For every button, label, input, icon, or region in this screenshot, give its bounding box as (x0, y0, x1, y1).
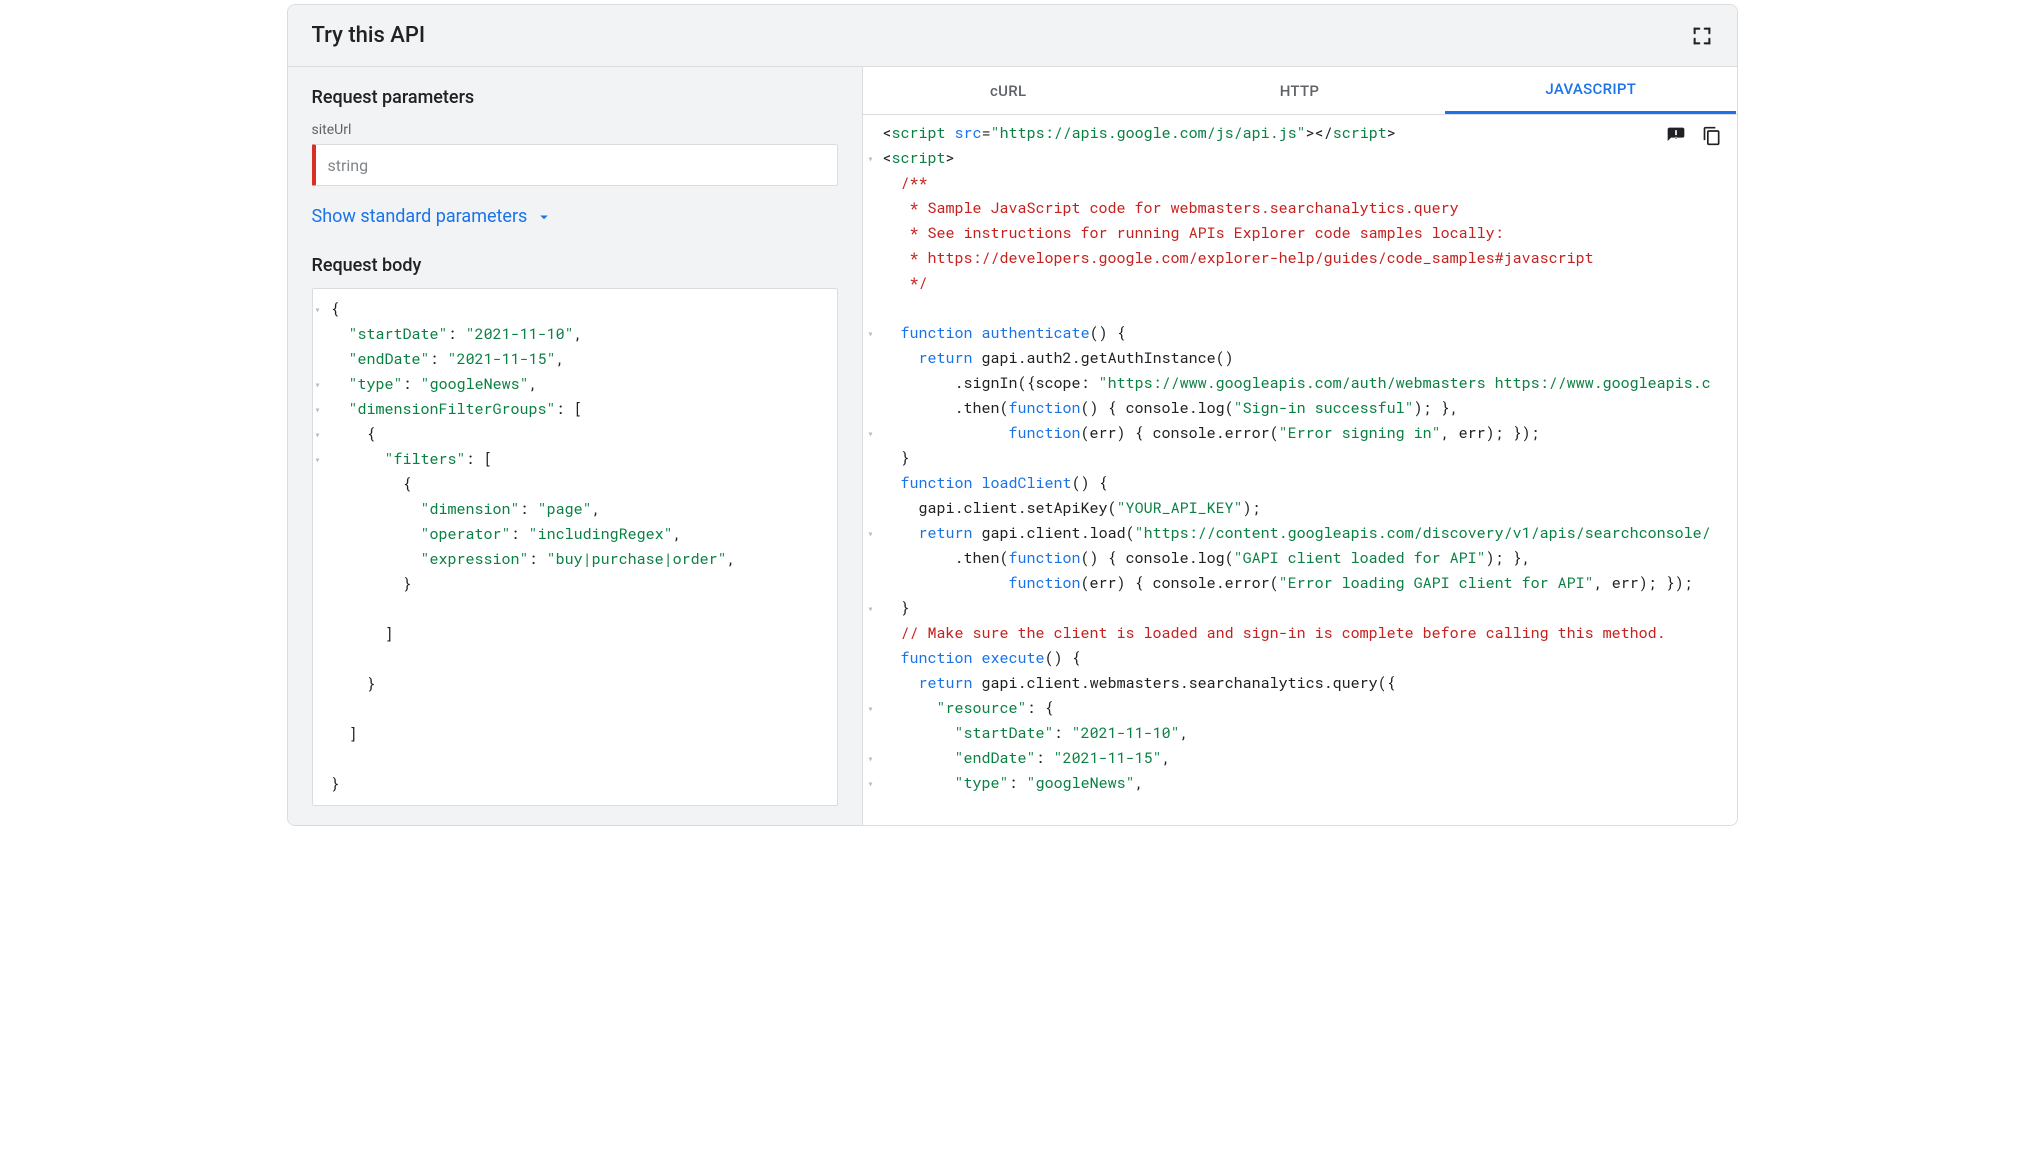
show-standard-parameters-link[interactable]: Show standard parameters (312, 206, 838, 227)
tab-http[interactable]: HTTP (1154, 67, 1445, 114)
show-standard-label: Show standard parameters (312, 206, 528, 227)
panel-header: Try this API (288, 5, 1737, 67)
request-body-editor[interactable]: ▾ ▾ ▾ ▾ ▾{ "startDate": "2021-11-10", "e… (312, 288, 838, 806)
request-parameters-heading: Request parameters (312, 87, 838, 108)
code-tabs: cURL HTTP JAVASCRIPT (863, 67, 1737, 115)
tab-javascript[interactable]: JAVASCRIPT (1445, 67, 1736, 114)
siteurl-input-wrap (312, 144, 838, 186)
siteurl-label: siteUrl (312, 122, 838, 138)
chevron-down-icon (535, 208, 553, 226)
startdate-value: "2021-11-10" (466, 324, 574, 344)
request-panel: Request parameters siteUrl Show standard… (288, 67, 863, 825)
copy-icon[interactable] (1699, 123, 1725, 149)
api-explorer-panel: Try this API Request parameters siteUrl … (287, 4, 1738, 826)
collapse-icon[interactable] (1691, 25, 1713, 47)
tab-curl[interactable]: cURL (863, 67, 1154, 114)
panel-title: Try this API (312, 23, 426, 48)
report-issue-icon[interactable] (1663, 123, 1689, 149)
code-panel: cURL HTTP JAVASCRIPT ▾ ▾ ▾ ▾ ▾ ▾ ▾ ▾<scr… (863, 67, 1737, 825)
request-body-heading: Request body (312, 255, 838, 276)
siteurl-input[interactable] (328, 156, 825, 175)
code-area[interactable]: ▾ ▾ ▾ ▾ ▾ ▾ ▾ ▾<script src="https://apis… (863, 115, 1737, 825)
